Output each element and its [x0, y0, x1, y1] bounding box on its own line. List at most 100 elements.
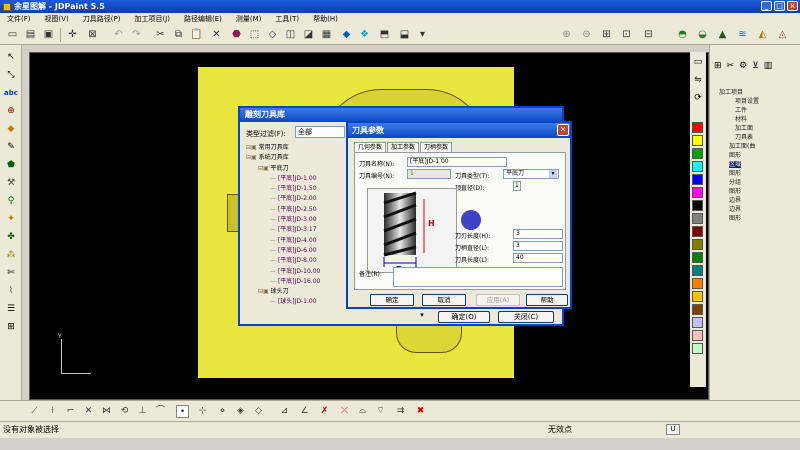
cut-icon[interactable]: ✂	[154, 28, 167, 41]
menu-help[interactable]: 帮助(H)	[306, 13, 345, 25]
project-tree-item[interactable]: 加工面	[713, 124, 785, 133]
view-front-icon[interactable]: ◫	[284, 28, 297, 41]
color-swatch[interactable]	[692, 304, 703, 315]
tool-library-item[interactable]: — [平底]JD-2.50	[246, 205, 346, 215]
trim-tool-icon[interactable]: ⋈	[100, 405, 113, 418]
library-close-button[interactable]: 关闭(C)	[498, 311, 554, 323]
save-icon[interactable]: ▣	[42, 28, 55, 41]
tab-geometry[interactable]: 几何参数	[354, 142, 387, 152]
color-swatch[interactable]	[692, 291, 703, 302]
arc-corner-icon[interactable]: ⌐	[64, 405, 77, 418]
unit-button[interactable]: U	[666, 424, 680, 435]
open-folder-icon[interactable]: ▤	[24, 28, 37, 41]
view-top-icon[interactable]: ▦	[320, 28, 333, 41]
shank-diameter-field[interactable]: 3	[513, 241, 563, 251]
tool-library-item[interactable]: — [平底]JD-16.00	[246, 277, 346, 287]
project-tree-item[interactable]: 加工项目	[713, 88, 785, 97]
tool-library-item[interactable]: — [平底]JD-8.00	[246, 256, 346, 266]
tool-library-item[interactable]: — [平底]JD-3.17	[246, 225, 346, 235]
rotate-icon[interactable]: ⟳	[691, 92, 705, 105]
project-tree-item[interactable]: 边界	[713, 196, 785, 205]
tool-library-group[interactable]: ⊟▣ 球头刀	[246, 287, 346, 297]
menu-view[interactable]: 视图(V)	[38, 13, 76, 25]
snap-grid-icon[interactable]: ⋄	[216, 405, 229, 418]
view-box-icon[interactable]: ⬚	[248, 28, 261, 41]
undo-icon[interactable]: ↶	[112, 28, 125, 41]
tool-type-select[interactable]: 平底刀 ▾	[503, 169, 559, 179]
cluster-tool-icon[interactable]: ✤	[4, 231, 18, 244]
zoom-window-icon[interactable]: ⊟	[642, 28, 655, 41]
layer-stack-icon[interactable]: ☰	[4, 303, 18, 316]
tangent-icon[interactable]: ⌒	[154, 405, 167, 418]
new-file-icon[interactable]: ▭	[6, 28, 19, 41]
bulb-tool-icon[interactable]: ✦	[4, 213, 18, 226]
snap-point-icon[interactable]: •	[176, 405, 189, 418]
panel-tab-icon[interactable]: ⊞	[714, 61, 722, 71]
redo-icon[interactable]: ↷	[130, 28, 143, 41]
pen-tool-icon[interactable]: ✎	[4, 141, 18, 154]
panel-cup-icon[interactable]: ⊻	[752, 61, 759, 71]
project-tree-item[interactable]: 刀具表	[713, 133, 785, 142]
color-swatch[interactable]	[692, 200, 703, 211]
layer-alt-icon[interactable]: ⬒	[378, 28, 391, 41]
perpendicular-icon[interactable]: ⊥	[136, 405, 149, 418]
view-right-icon[interactable]: ◪	[302, 28, 315, 41]
menu-measure[interactable]: 测量(M)	[229, 13, 269, 25]
crosshair-icon[interactable]: ✛	[66, 28, 79, 41]
project-tree-item[interactable]: 图形	[713, 187, 785, 196]
select-box-icon[interactable]: ⊠	[86, 28, 99, 41]
grid-tool-icon[interactable]: ⊞	[4, 321, 18, 334]
copy-icon[interactable]: ⧉	[172, 28, 185, 41]
display-icon[interactable]: ⬓	[398, 28, 411, 41]
tool-library-group[interactable]: ⊟▣ 系统刀具库	[246, 153, 346, 163]
color-swatch[interactable]	[692, 135, 703, 146]
zoom-out-icon[interactable]: ⊖	[580, 28, 593, 41]
tab-shank[interactable]: 刀柄参数	[420, 142, 453, 152]
top-diameter-field[interactable]: 1	[513, 181, 521, 191]
tool-path-icon[interactable]: ⚒	[4, 177, 18, 190]
project-tree-item[interactable]: 工件	[713, 106, 785, 115]
mound-icon[interactable]: ◒	[696, 28, 709, 41]
color-swatch[interactable]	[692, 330, 703, 341]
edge-length-field[interactable]: 3	[513, 229, 563, 239]
color-swatch[interactable]	[692, 343, 703, 354]
params-help-button[interactable]: 帮助	[526, 294, 568, 306]
color-swatch[interactable]	[692, 226, 703, 237]
cross-tool-icon[interactable]: ✕	[82, 405, 95, 418]
layer-icon[interactable]: ❖	[358, 28, 371, 41]
project-tree-item[interactable]: 边界	[713, 205, 785, 214]
select-arrow-icon[interactable]: ↖	[4, 51, 18, 64]
color-swatch[interactable]	[692, 252, 703, 263]
zoom-in-icon[interactable]: ⊕	[560, 28, 573, 41]
menu-toolpath[interactable]: 刀具路径(P)	[76, 13, 128, 25]
menu-path-edit[interactable]: 路径编辑(E)	[177, 13, 229, 25]
snap-quad-icon[interactable]: ◈	[234, 405, 247, 418]
view-iso-icon[interactable]: ◇	[266, 28, 279, 41]
project-tree-item[interactable]: 区域	[713, 160, 785, 169]
project-tree-item[interactable]: 材料	[713, 115, 785, 124]
text-tool-icon[interactable]: abc	[4, 87, 18, 100]
delete-icon[interactable]: ✕	[210, 28, 223, 41]
frame-icon[interactable]: ▭	[691, 56, 705, 69]
menu-project[interactable]: 加工项目(J)	[127, 13, 177, 25]
tab-machining[interactable]: 加工参数	[387, 142, 420, 152]
snap-center-icon[interactable]: ⊹	[196, 405, 209, 418]
rotate-tool-icon[interactable]: ⟲	[118, 405, 131, 418]
fillet-icon[interactable]: ⌓	[356, 405, 369, 418]
hill-icon[interactable]: ▲	[716, 28, 729, 41]
project-tree-item[interactable]: 项目设置	[713, 97, 785, 106]
panel-tools-icon[interactable]: ✂	[727, 61, 735, 71]
maximize-button[interactable]: □	[774, 1, 785, 11]
panel-settings-icon[interactable]: ⚙	[739, 61, 747, 71]
tool-library-item[interactable]: — [平底]JD-4.00	[246, 236, 346, 246]
lamp-tool-icon[interactable]: ⚲	[4, 195, 18, 208]
delete-x-icon[interactable]: ✖	[414, 405, 427, 418]
menu-tools[interactable]: 工具(T)	[268, 13, 306, 25]
measure-icon[interactable]: ⊿	[278, 405, 291, 418]
panel-chart-icon[interactable]: ▥	[764, 61, 773, 71]
tool-library-item[interactable]: — [球头]JD-1.00	[246, 297, 346, 307]
pattern-tool-icon[interactable]: ⁂	[4, 249, 18, 262]
project-tree-item[interactable]: 加工面(曲	[713, 142, 785, 151]
line-tool-icon[interactable]: ⟋	[28, 405, 41, 418]
color-swatch[interactable]	[692, 174, 703, 185]
